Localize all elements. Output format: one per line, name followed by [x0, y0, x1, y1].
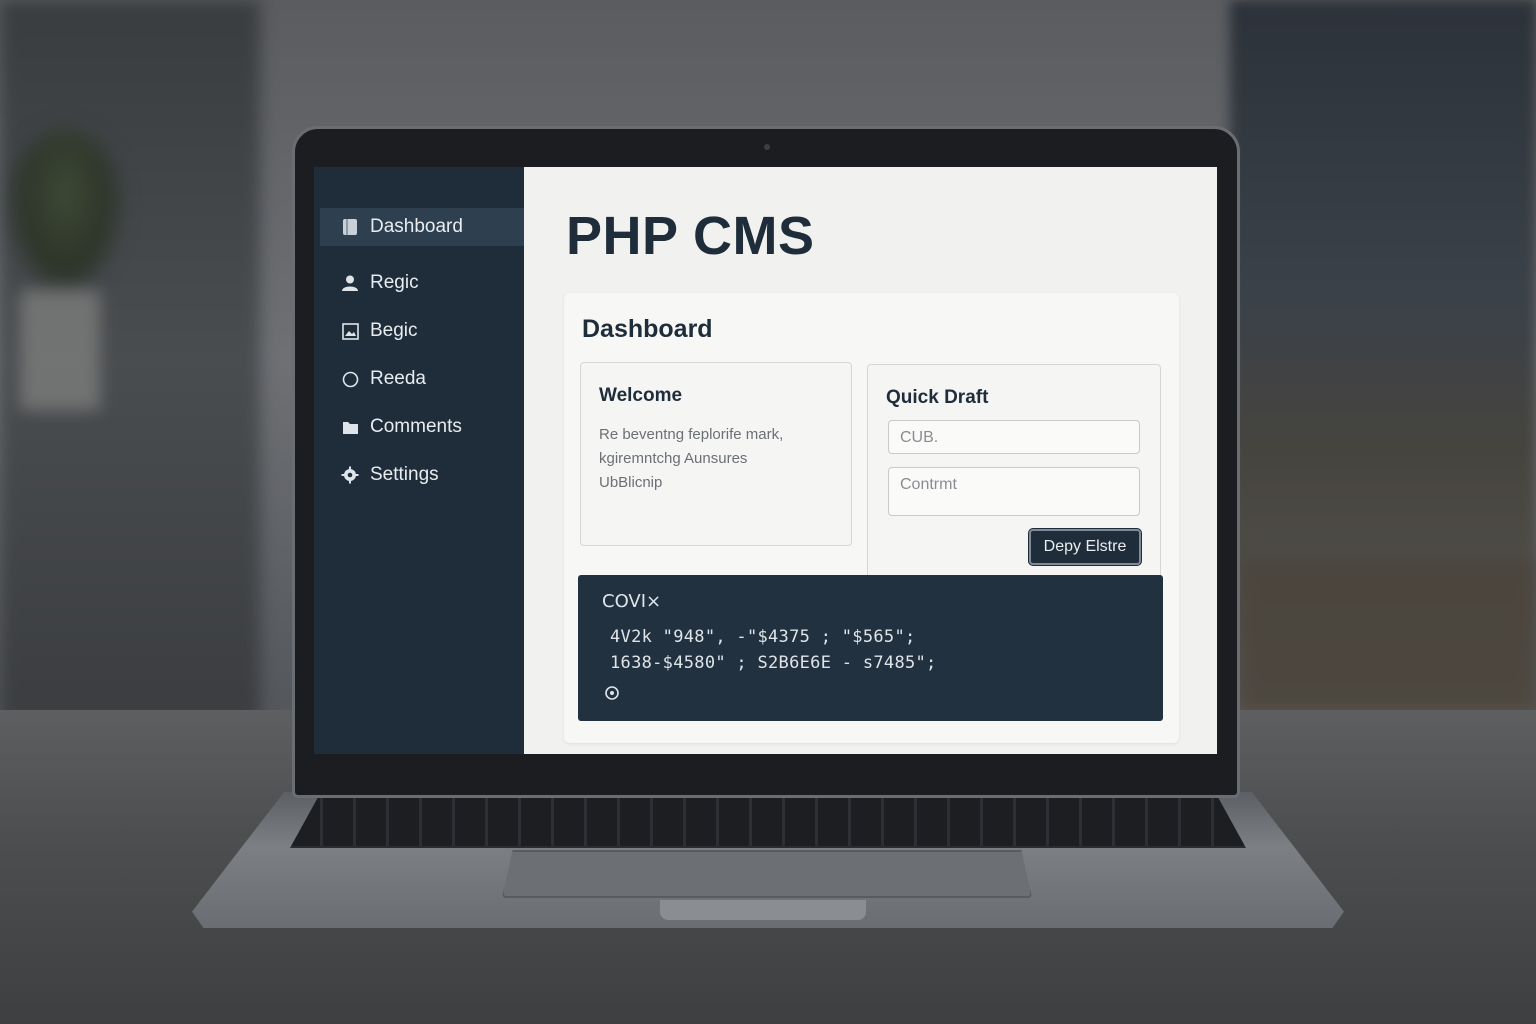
gear-small-icon	[604, 685, 620, 705]
sidebar-item-begic[interactable]: Begic	[320, 312, 524, 350]
code-header: COVI×	[602, 591, 662, 612]
sidebar-item-label: Regic	[370, 272, 419, 293]
sidebar-item-regic[interactable]: Regic	[320, 264, 524, 302]
welcome-line: Re beventng feplorife mark,	[599, 426, 784, 443]
sidebar-item-label: Settings	[370, 464, 439, 485]
code-line: 1638-$4580" ; S2B6E6E - s7485";	[610, 653, 937, 673]
laptop-notch	[660, 900, 866, 920]
panel-title: Dashboard	[582, 315, 713, 343]
laptop-keyboard	[290, 796, 1246, 848]
draft-title-field[interactable]: CUB.	[888, 420, 1140, 454]
sidebar-item-reeda[interactable]: Reeda	[320, 360, 524, 398]
sidebar-item-dashboard[interactable]: Dashboard	[320, 208, 524, 246]
quick-draft-card: Quick Draft CUB. Contrmt Depy Elstre	[867, 364, 1161, 579]
page-title: PHP CMS	[566, 206, 815, 266]
background-plant	[10, 130, 120, 290]
welcome-line: UbBlicnip	[599, 474, 663, 491]
code-line: 4V2k "948", -"$4375 ; "$565";	[610, 627, 916, 647]
quick-draft-title: Quick Draft	[886, 387, 989, 408]
circle-icon	[340, 369, 360, 389]
welcome-card: Welcome Re beventng feplorife mark, kgir…	[580, 362, 852, 546]
welcome-text: Re beventng feplorife mark, kgiremntchg …	[599, 423, 829, 495]
background-pot	[20, 290, 100, 410]
sidebar-item-settings[interactable]: Settings	[320, 456, 524, 494]
dashboard-icon	[340, 217, 360, 237]
code-block: COVI× 4V2k "948", -"$4375 ; "$565"; 1638…	[578, 575, 1163, 721]
laptop-screen: Dashboard Regic Begic Reeda Comments Set…	[314, 167, 1217, 754]
sidebar-item-label: Begic	[370, 320, 418, 341]
background-shelf	[1240, 560, 1536, 710]
save-draft-button[interactable]: Depy Elstre	[1029, 529, 1141, 565]
image-icon	[340, 321, 360, 341]
laptop-camera	[764, 144, 770, 150]
user-icon	[340, 273, 360, 293]
welcome-title: Welcome	[599, 385, 683, 406]
sidebar-item-comments[interactable]: Comments	[320, 408, 524, 446]
gear-icon	[340, 465, 360, 485]
sidebar: Dashboard Regic Begic Reeda Comments Set…	[314, 167, 524, 754]
sidebar-item-label: Dashboard	[370, 216, 463, 237]
draft-content-field[interactable]: Contrmt	[888, 467, 1140, 516]
laptop-trackpad	[502, 850, 1032, 898]
sidebar-item-label: Comments	[370, 416, 462, 437]
folder-icon	[340, 417, 360, 437]
sidebar-item-label: Reeda	[370, 368, 426, 389]
welcome-line: kgiremntchg Aunsures	[599, 450, 748, 467]
